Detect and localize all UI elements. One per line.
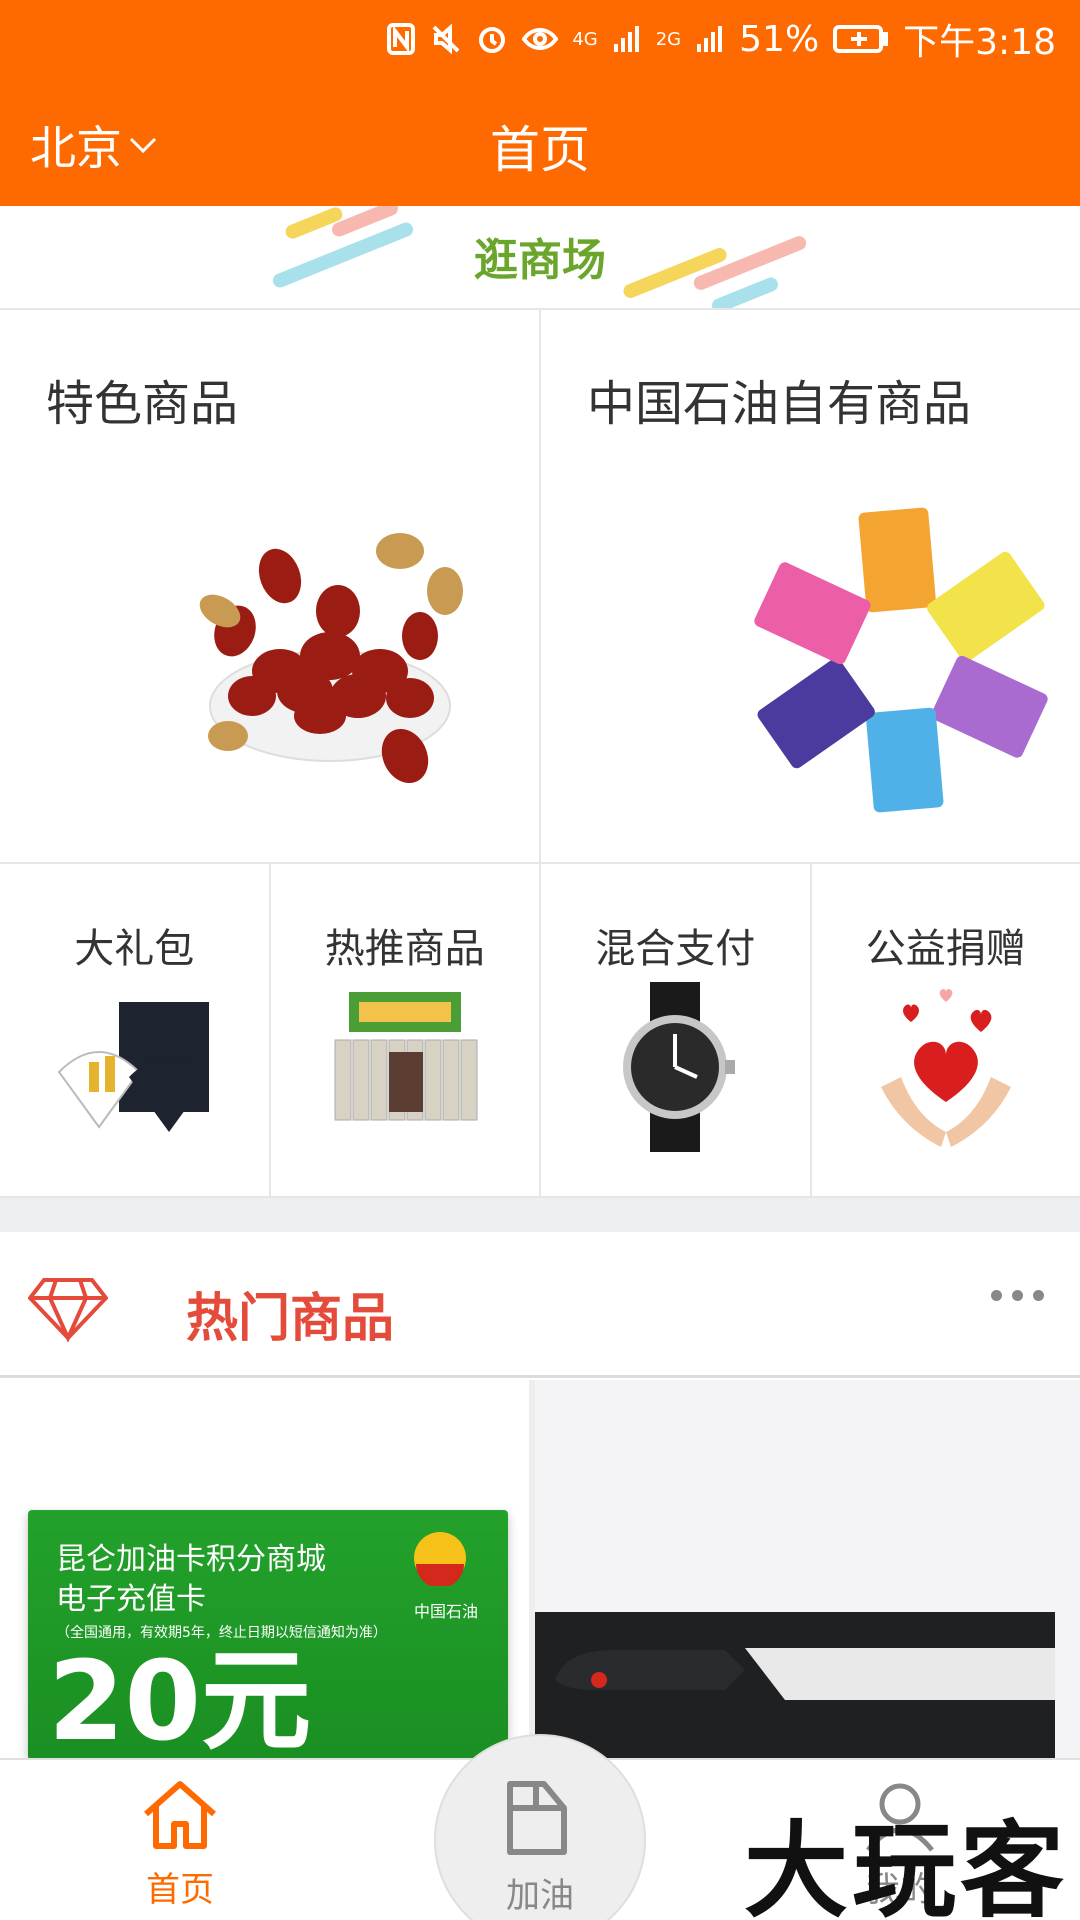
nav-label: 加油: [506, 1876, 574, 1916]
hearts-hands-image: [880, 988, 1011, 1147]
feature-card-cnpc[interactable]: 中国石油自有商品: [539, 310, 1080, 862]
section-divider: [0, 1198, 1080, 1232]
card-title: 昆仑加油卡积分商城: [56, 1542, 326, 1577]
category-gift-pack[interactable]: 大礼包: [0, 864, 269, 1196]
product-card[interactable]: 昆仑加油卡积分商城 电子充值卡 （全国通用，有效期5年，终止日期以短信通知为准）…: [0, 1380, 535, 1758]
hot-products-header: 热门商品: [0, 1232, 1080, 1378]
nav-fuel[interactable]: 加油: [440, 1778, 640, 1917]
header-bar: 4G 2G 51% 下午3:18 北京 首页: [0, 0, 1080, 206]
red-dates-image: [199, 533, 463, 784]
mall-banner[interactable]: 逛商场: [0, 206, 1080, 310]
category-label: 混合支付: [595, 926, 756, 972]
cnpc-logo-icon: [414, 1532, 466, 1586]
category-mixed-payment[interactable]: 混合支付: [539, 864, 810, 1196]
category-label: 公益捐赠: [865, 926, 1026, 972]
category-label: 大礼包: [74, 926, 195, 972]
alarm-icon: [476, 23, 508, 55]
nav-label: 首页: [146, 1870, 214, 1910]
signal-icon-2: [695, 24, 725, 54]
card-subtitle: 电子充值卡: [56, 1582, 206, 1617]
knife-image: [535, 1612, 1055, 1758]
battery-icon: [833, 24, 889, 54]
page-title: 首页: [490, 121, 590, 179]
feature-title: 中国石油自有商品: [587, 376, 972, 432]
recharge-card-image: 昆仑加油卡积分商城 电子充值卡 （全国通用，有效期5年，终止日期以短信通知为准）…: [28, 1510, 508, 1758]
card-brand: 中国石油: [413, 1602, 478, 1621]
pony-cards-image: [754, 507, 1048, 813]
status-bar: 4G 2G 51% 下午3:18: [386, 14, 1056, 64]
clock: 下午3:18: [903, 22, 1056, 63]
category-grid: 大礼包 热推商品 混合支付 公益捐赠: [0, 864, 1080, 1198]
feature-card-specialty[interactable]: 特色商品: [0, 310, 539, 862]
more-icon[interactable]: [991, 1290, 1044, 1301]
home-icon: [144, 1781, 216, 1849]
nav-home[interactable]: 首页: [80, 1778, 280, 1911]
signal-icon: [612, 24, 642, 54]
mall-title: 逛商场: [474, 235, 606, 286]
card-amount: 20元: [48, 1637, 312, 1758]
category-hot-picks[interactable]: 热推商品: [268, 864, 540, 1196]
mute-icon: [430, 23, 462, 55]
product-list: 昆仑加油卡积分商城 电子充值卡 （全国通用，有效期5年，终止日期以短信通知为准）…: [0, 1380, 1080, 1758]
category-label: 热推商品: [324, 926, 485, 972]
product-card[interactable]: [535, 1380, 1080, 1758]
grain-pack-image: [334, 992, 478, 1121]
feature-grid: 特色商品 中国石油自有商品: [0, 310, 1080, 864]
hot-products-title: 热门商品: [186, 1289, 395, 1349]
watermark: 大玩客: [744, 1809, 1069, 1920]
signal-2g-label: 2G: [655, 28, 682, 50]
nfc-icon: [386, 22, 416, 56]
fuel-icon: [507, 1781, 567, 1855]
app-screen: 4G 2G 51% 下午3:18 北京 首页 逛商场 特色商品 中国石油自有商品…: [0, 0, 1080, 1920]
feature-title: 特色商品: [46, 376, 239, 432]
gift-box-image: [57, 1002, 210, 1132]
diamond-icon: [28, 1278, 108, 1342]
battery-percent: 51%: [739, 18, 820, 60]
category-donation[interactable]: 公益捐赠: [809, 864, 1080, 1196]
eye-icon: [522, 25, 559, 53]
watch-image: [623, 982, 736, 1152]
signal-4g-label: 4G: [572, 28, 598, 50]
